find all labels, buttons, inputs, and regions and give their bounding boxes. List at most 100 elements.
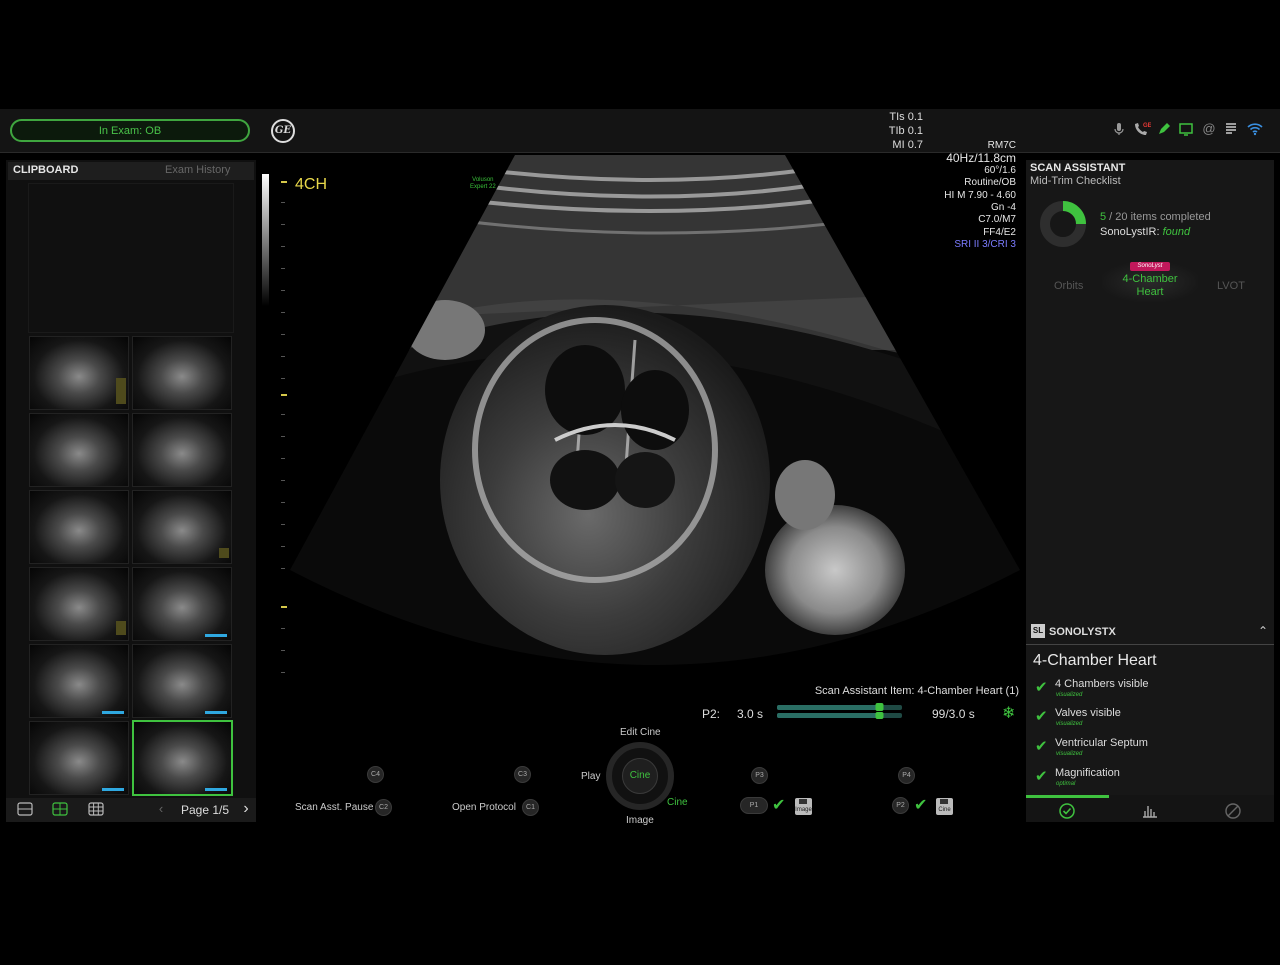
p2-label: P2: xyxy=(702,707,721,721)
depth-tick xyxy=(281,628,285,629)
scan-assistant-title: SCAN ASSISTANT xyxy=(1030,162,1126,174)
check-icon: ✔ xyxy=(1035,738,1048,755)
cine-handle[interactable] xyxy=(875,712,884,719)
c2-button[interactable]: C2 xyxy=(375,799,392,816)
layout-grid-icon[interactable] xyxy=(88,802,104,816)
scan-pause-label: Scan Asst. Pause xyxy=(295,802,374,813)
gain-value: Gn -4 xyxy=(990,202,1016,214)
sonolyst-status: SonoLystIR: found xyxy=(1100,226,1191,238)
c3-button[interactable]: C3 xyxy=(514,766,531,783)
clipboard-thumbnail[interactable] xyxy=(29,490,129,564)
page-prev-icon[interactable]: ‹ xyxy=(153,802,169,816)
checklist-item-label: Magnification xyxy=(1055,767,1120,779)
cine-slider[interactable] xyxy=(777,703,902,719)
check-icon: ✔ xyxy=(1035,679,1048,696)
p3-button[interactable]: P3 xyxy=(751,767,768,784)
ultrasound-image[interactable] xyxy=(285,150,1025,680)
depth-tick xyxy=(281,568,285,569)
depth-tick xyxy=(281,650,285,651)
save-cine-icon[interactable]: Cine xyxy=(936,798,953,815)
checklist-tab-icon[interactable] xyxy=(1058,803,1076,819)
play-label: Play xyxy=(581,771,601,782)
wifi-icon[interactable] xyxy=(1246,121,1263,137)
c1-button[interactable]: C1 xyxy=(522,799,539,816)
sonolystx-title: SONOLYSTX xyxy=(1049,626,1116,638)
exam-history-tab[interactable]: Exam History xyxy=(165,164,230,176)
page-label: Page 1/5 xyxy=(181,803,230,817)
active-tab-indicator xyxy=(1026,795,1109,798)
clipboard-thumbnail[interactable] xyxy=(132,644,232,718)
p4-button[interactable]: P4 xyxy=(898,767,915,784)
c-value: C7.0/M7 xyxy=(978,214,1016,226)
focus-marker xyxy=(281,606,287,608)
p2-duration: 3.0 s xyxy=(737,707,764,721)
monitor-icon[interactable] xyxy=(1178,121,1194,137)
exam-status-pill[interactable]: In Exam: OB xyxy=(10,119,250,142)
progress-donut xyxy=(1040,201,1086,247)
layout-quad-icon[interactable] xyxy=(52,802,68,816)
clipboard-thumbnail[interactable] xyxy=(132,413,232,487)
harmonic-value: HI M 7.90 - 4.60 xyxy=(944,189,1016,201)
pen-icon[interactable] xyxy=(1156,121,1172,137)
clipboard-thumbnail[interactable] xyxy=(29,567,129,641)
clipboard-thumbnail-selected[interactable] xyxy=(132,720,233,796)
sonolystx-icon: SL xyxy=(1031,624,1045,638)
clipboard-thumbnail[interactable] xyxy=(29,644,129,718)
clipboard-thumbnail[interactable] xyxy=(132,567,232,641)
depth-tick xyxy=(281,378,285,379)
open-protocol-label: Open Protocol xyxy=(452,802,516,813)
disabled-tab-icon[interactable] xyxy=(1224,803,1242,819)
image-label: Image xyxy=(626,815,654,826)
depth-tick xyxy=(281,181,287,183)
page-next-icon[interactable]: › xyxy=(238,801,254,817)
clipboard-tab[interactable]: CLIPBOARD xyxy=(13,164,78,176)
depth-tick xyxy=(281,246,285,247)
measurements-tab-icon[interactable] xyxy=(1141,803,1159,819)
carousel-item-orbits[interactable]: Orbits xyxy=(1054,280,1083,292)
scan-assistant-subtitle: Mid-Trim Checklist xyxy=(1030,175,1121,187)
tib-value: TIb 0.1 xyxy=(888,125,923,137)
clipboard-thumbnail[interactable] xyxy=(132,336,232,410)
scan-assistant-item: Scan Assistant Item: 4-Chamber Heart (1) xyxy=(814,685,1019,697)
p1-check-icon: ✔ xyxy=(772,797,786,814)
microphone-icon[interactable] xyxy=(1111,121,1127,137)
frame-rate-depth: 40Hz/11.8cm xyxy=(946,151,1016,166)
edit-cine-label: Edit Cine xyxy=(620,727,661,738)
at-icon[interactable]: @ xyxy=(1201,121,1217,137)
depth-tick xyxy=(281,546,285,547)
checklist-item-status: optimal xyxy=(1056,781,1076,787)
cine-handle[interactable] xyxy=(875,703,884,711)
depth-tick xyxy=(281,202,285,203)
sri-value: SRI II 3/CRI 3 xyxy=(954,239,1016,251)
c4-button[interactable]: C4 xyxy=(367,766,384,783)
p1-button[interactable]: P1 xyxy=(740,797,768,814)
layout-single-icon[interactable] xyxy=(17,802,33,816)
carousel-item-lvot[interactable]: LVOT xyxy=(1217,280,1245,292)
clipboard-thumbnail[interactable] xyxy=(132,490,232,564)
ff-value: FF4/E2 xyxy=(983,226,1016,238)
checklist-item-label: Ventricular Septum xyxy=(1055,737,1148,749)
freeze-icon[interactable]: ❄ xyxy=(1002,703,1015,723)
clipboard-thumbnail[interactable] xyxy=(29,413,129,487)
items-completed-count: 5 xyxy=(1100,211,1107,223)
checklist-item-label: Valves visible xyxy=(1055,707,1121,719)
depth-tick xyxy=(281,224,285,225)
depth-tick xyxy=(281,672,285,673)
chevron-up-icon[interactable]: ⌃ xyxy=(1258,624,1268,638)
document-icon[interactable] xyxy=(1223,121,1239,137)
clipboard-thumbnail[interactable] xyxy=(29,721,129,795)
depth-tick xyxy=(281,268,285,269)
checklist-item-status: visualized xyxy=(1056,721,1083,727)
view-label: 4CH xyxy=(295,176,328,193)
cine-dial-center[interactable]: Cine xyxy=(622,758,658,794)
save-image-icon[interactable]: Image xyxy=(795,798,812,815)
clipboard-thumbnail[interactable] xyxy=(29,336,129,410)
check-icon: ✔ xyxy=(1035,708,1048,725)
checklist-item-status: visualized xyxy=(1056,692,1083,698)
angle-value: 60°/1.6 xyxy=(984,164,1016,176)
phone-ge-icon[interactable]: GE xyxy=(1133,121,1152,137)
depth-tick xyxy=(281,458,285,459)
checklist-item-label: 4 Chambers visible xyxy=(1055,678,1149,690)
p2-button[interactable]: P2 xyxy=(892,797,909,814)
carousel-center-label[interactable]: 4-Chamber Heart xyxy=(1104,273,1196,299)
